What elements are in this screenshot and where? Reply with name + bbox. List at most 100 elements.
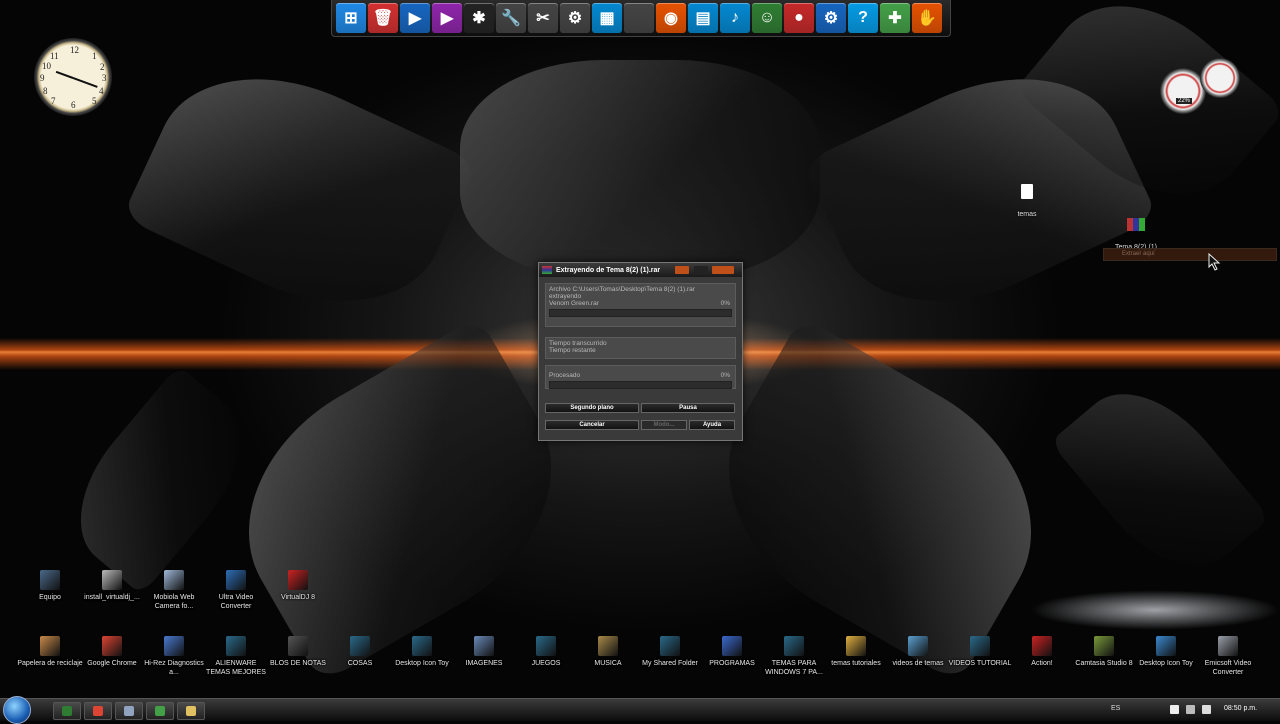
help-icon[interactable]: ? [848,3,878,33]
excel-taskbar-icon[interactable] [53,702,81,720]
desktop-icon[interactable]: JUEGOS [513,636,579,668]
desktop-icon[interactable]: install_virtualdj_... [79,570,145,602]
desktop-icon[interactable]: Hi-Rez Diagnostics a... [141,636,207,677]
minute-hand [72,77,98,88]
app-icon [970,636,990,656]
desktop-icon[interactable]: Ultra Video Converter [203,570,269,611]
network-icon[interactable]: ✱ [464,3,494,33]
desktop-icon[interactable]: Google Chrome [79,636,145,668]
folder-taskbar-icon[interactable] [177,702,205,720]
help-button[interactable]: Ayuda [689,420,735,430]
user-icon[interactable]: ☺ [752,3,782,33]
desktop-icon[interactable]: VIDEOS TUTORIAL [947,636,1013,668]
file-progress-bar [549,309,732,317]
desktop-icon-label: VirtualDJ 8 [280,594,316,601]
desktop-icon[interactable]: Desktop Icon Toy [389,636,455,668]
mode-button[interactable]: Modo... [641,420,687,430]
app-icon [1032,636,1052,656]
desktop-icon[interactable]: VirtualDJ 8 [265,570,331,602]
current-percent: 0% [720,300,730,307]
settings-icon[interactable]: ⚙ [816,3,846,33]
desktop-icon-label: Papelera de reciclaje [17,660,83,667]
ubuntu-icon[interactable]: ◉ [656,3,686,33]
desktop-icon[interactable]: MUSICA [575,636,641,668]
desktop-icon-label: VIDEOS TUTORIAL [948,660,1012,667]
desktop-icon-label: ALIENWARE TEMAS MEJORES [206,660,266,676]
music-icon[interactable]: ♪ [720,3,750,33]
network-tray-icon[interactable] [1186,705,1195,714]
desktop-icon[interactable]: TEMAS PARA WINDOWS 7 PA... [761,636,827,677]
close-button[interactable] [712,266,734,274]
clock-time[interactable]: 08:50 p.m. [1224,705,1257,712]
app-icon [722,636,742,656]
app-icon [1094,636,1114,656]
flag-icon[interactable] [1170,705,1179,714]
taskbar-app-icon [186,706,196,716]
desktop-icon-label: Mobiola Web Camera fo... [153,594,195,610]
background-button[interactable]: Segundo plano [545,403,639,413]
app-icon [102,636,122,656]
desktop-icon-label: Camtasia Studio 8 [1075,660,1133,667]
text-file-icon [1021,184,1033,199]
video-camera-icon[interactable]: ▶ [400,3,430,33]
archive-path: Archivo C:\Users\Tomas\Desktop\Tema 8(2)… [549,286,695,293]
apple-icon[interactable] [624,3,654,33]
total-progress-bar [549,381,732,389]
desktop-icon[interactable]: Mobiola Web Camera fo... [141,570,207,611]
volume-icon[interactable] [1202,705,1211,714]
app-icon [1156,636,1176,656]
document-icon[interactable]: ▤ [688,3,718,33]
desktop-icon[interactable]: videos de temas [885,636,951,668]
desktop-icon[interactable]: ALIENWARE TEMAS MEJORES [203,636,269,677]
desktop-icon[interactable]: IMAGENES [451,636,517,668]
context-menu-item-extract-here[interactable]: Extraer aquí [1122,251,1155,257]
record-icon[interactable]: ● [784,3,814,33]
media-player-icon[interactable]: ▶ [432,3,462,33]
desktop-icon[interactable]: Action! [1009,636,1075,668]
desktop-icon-label: Hi-Rez Diagnostics a... [144,660,204,676]
taskbar-app-icon [62,706,72,716]
pause-button[interactable]: Pausa [641,403,735,413]
desktop-icon-label: COSAS [347,660,373,667]
desktop-icon[interactable]: COSAS [327,636,393,668]
desktop-icon[interactable]: Emicsoft Video Converter [1195,636,1261,677]
taskbar-app-icon [93,706,103,716]
film-icon[interactable]: ▦ [592,3,622,33]
time-panel: Tiempo transcurrido Tiempo restante [545,337,736,359]
desktop-icon-label: PROGRAMAS [709,660,755,667]
explorer-taskbar-icon[interactable] [115,702,143,720]
trash-icon[interactable]: 🗑 [368,3,398,33]
cpu-meter-gadget[interactable]: 22% [1160,58,1244,114]
chrome-taskbar-icon[interactable] [84,702,112,720]
minimize-button[interactable] [675,266,689,274]
camtasia-taskbar-icon[interactable] [146,702,174,720]
gear-icon[interactable]: ⚙ [560,3,590,33]
winrar-icon [1127,218,1145,231]
cancel-button[interactable]: Cancelar [545,420,639,430]
desktop-icon[interactable]: Equipo [17,570,83,602]
cpu-meter-value: 22% [1176,98,1193,104]
tools-icon[interactable]: ✂ [528,3,558,33]
desktop-icon[interactable]: PROGRAMAS [699,636,765,668]
language-indicator[interactable]: ES [1111,705,1120,712]
maximize-button[interactable] [694,266,708,274]
desktop-icon[interactable]: BLOS DE NOTAS [265,636,331,668]
desktop-icon-label: IMAGENES [465,660,503,667]
desktop-icon-label: temas tutoriales [831,660,881,667]
desktop-icon[interactable]: My Shared Folder [637,636,703,668]
desktop-icon[interactable]: Papelera de reciclaje [17,636,83,668]
windows-icon[interactable]: ⊞ [336,3,366,33]
desktop-icon[interactable]: temas tutoriales [823,636,889,668]
desktop-icon-temas[interactable]: temas [1010,184,1044,221]
app-icon [40,636,60,656]
wrench-icon[interactable]: 🔧 [496,3,526,33]
gamepad-icon[interactable]: ✚ [880,3,910,33]
desktop-icon[interactable]: Desktop Icon Toy [1133,636,1199,668]
hand-icon[interactable]: ✋ [912,3,942,33]
clock-gadget[interactable]: 12 1 2 3 4 5 6 7 8 9 10 11 [34,38,112,116]
desktop-icon[interactable]: Camtasia Studio 8 [1071,636,1137,668]
desktop-icon-label: Desktop Icon Toy [395,660,449,667]
dialog-titlebar[interactable]: Extrayendo de Tema 8(2) (1).rar [539,263,742,277]
app-icon [784,636,804,656]
desktop-icon-label: Action! [1031,660,1053,667]
